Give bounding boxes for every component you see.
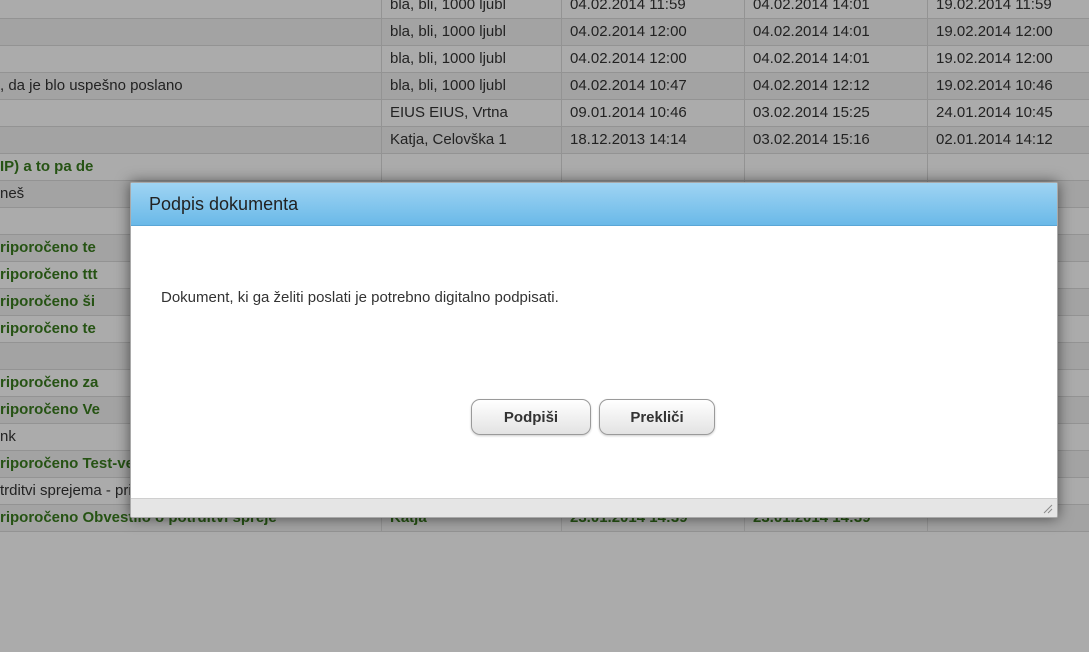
- cancel-button[interactable]: Prekliči: [599, 399, 715, 435]
- dialog-footer: [131, 498, 1057, 517]
- dialog-titlebar[interactable]: Podpis dokumenta: [131, 183, 1057, 226]
- sign-button[interactable]: Podpiši: [471, 399, 591, 435]
- sign-document-dialog: Podpis dokumenta Dokument, ki ga želiti …: [130, 182, 1058, 518]
- dialog-message: Dokument, ki ga želiti poslati je potreb…: [161, 289, 559, 306]
- dialog-title: Podpis dokumenta: [149, 194, 299, 214]
- resize-grip-icon[interactable]: [1042, 503, 1053, 514]
